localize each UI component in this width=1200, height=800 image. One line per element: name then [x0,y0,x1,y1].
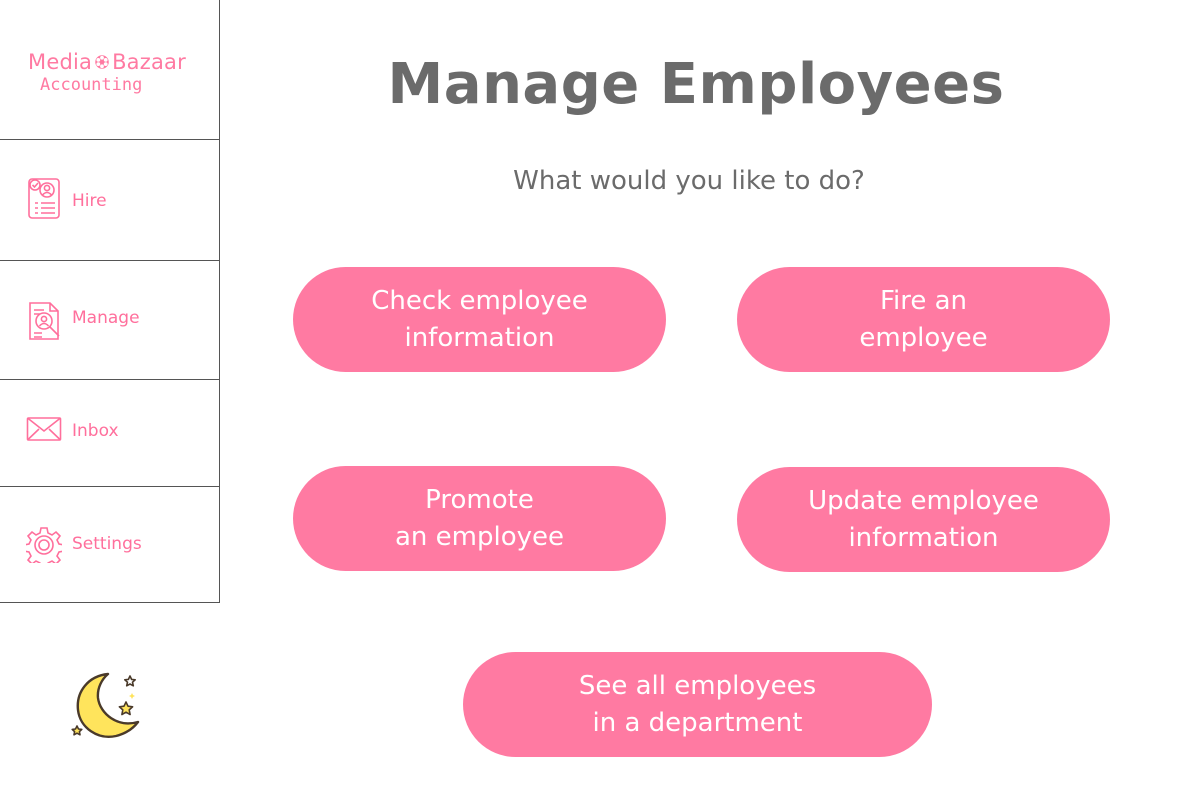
gear-icon [26,527,62,563]
see-all-employees-button[interactable]: See all employees in a department [463,652,932,757]
button-label: Update employee information [808,485,1039,553]
gear-icon [95,55,109,69]
logo-subtitle: Accounting [40,75,143,95]
document-search-icon [29,302,60,340]
envelope-icon [26,417,62,441]
page-subtitle: What would you like to do? [513,166,865,196]
sidebar-item-label: Settings [72,534,142,554]
sidebar-item-label: Manage [72,308,140,328]
sidebar-item-manage[interactable]: Manage [0,261,219,380]
sidebar-item-label: Inbox [72,421,119,441]
sidebar-item-inbox[interactable]: Inbox [0,380,219,487]
logo-area: Media Bazaar Accounting [0,0,219,140]
logo-word-media: Media [28,50,93,74]
update-employee-info-button[interactable]: Update employee information [737,467,1110,572]
app-logo: Media Bazaar Accounting [28,50,203,100]
button-label: See all employees in a department [578,670,817,738]
logo-word-bazaar: Bazaar [112,50,186,74]
sidebar-item-settings[interactable]: Settings [0,487,219,603]
button-label: Fire an employee [859,285,988,353]
logo-title: Media Bazaar [28,50,186,74]
page-title: Manage Employees [387,52,1005,117]
moon-stars-icon[interactable] [70,670,142,742]
button-label: Promote an employee [394,484,564,552]
sidebar-item-hire[interactable]: Hire [0,140,219,261]
check-employee-info-button[interactable]: Check employee information [293,267,666,372]
fire-employee-button[interactable]: Fire an employee [737,267,1110,372]
button-label: Check employee information [371,285,588,353]
sidebar: Media Bazaar Accounting Hire Manage Inbo… [0,0,220,603]
sidebar-item-label: Hire [72,191,107,211]
promote-employee-button[interactable]: Promote an employee [293,466,666,571]
resume-icon [28,178,60,219]
